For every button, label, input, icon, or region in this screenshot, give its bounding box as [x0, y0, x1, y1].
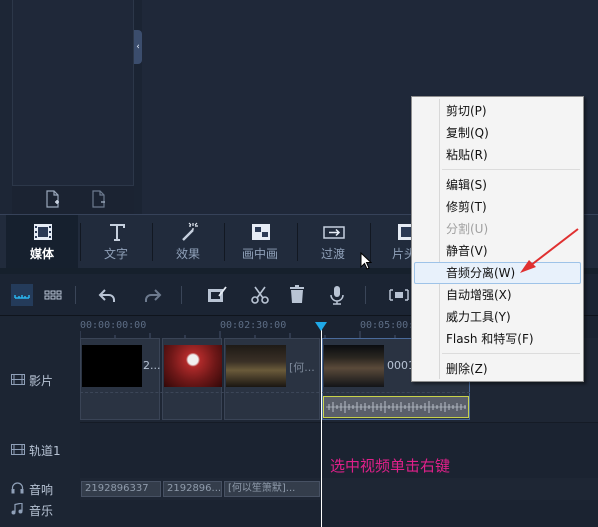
ruler-tick-label: 00:02:30:00	[220, 320, 287, 331]
menu-item-flash-zoom[interactable]: Flash 和特写(F)	[414, 328, 581, 350]
playhead-handle[interactable]	[315, 322, 327, 331]
track-label-music: 音乐	[29, 504, 54, 518]
music-note-icon	[11, 503, 23, 515]
microphone-icon[interactable]	[326, 284, 348, 306]
tab-label: 媒体	[29, 247, 54, 261]
video-clip[interactable]: [何...	[224, 338, 320, 420]
menu-separator	[442, 353, 580, 354]
menu-item-auto-enhance[interactable]: 自动增强(X)	[414, 284, 581, 306]
tab-text[interactable]: 文字	[80, 215, 152, 269]
tab-label: 画中画	[241, 247, 278, 261]
fit-timeline-icon[interactable]	[388, 284, 410, 306]
magic-wand-icon	[182, 222, 198, 241]
ruler-tick-label: 00:00:00:00	[80, 320, 147, 331]
track-label-overlay: 轨道1	[29, 444, 61, 458]
library-footer	[12, 186, 134, 214]
audio-clip[interactable]: 2192896337	[81, 481, 161, 497]
red-arrow-icon	[520, 228, 579, 273]
edit-clip-icon[interactable]	[206, 284, 228, 306]
playhead-line[interactable]	[321, 322, 322, 527]
remove-file-icon[interactable]	[90, 190, 106, 208]
clip-name: [何...	[289, 361, 315, 374]
tab-effects[interactable]: 效果	[152, 215, 224, 269]
video-clip[interactable]: 2...	[80, 338, 160, 420]
storyboard-view-icon[interactable]	[42, 284, 64, 306]
menu-item-copy[interactable]: 复制(Q)	[414, 122, 581, 144]
track-label-voice: 音响	[29, 483, 54, 497]
undo-icon[interactable]	[97, 284, 119, 306]
toolbar-divider	[365, 286, 366, 304]
text-icon	[110, 224, 125, 241]
tab-transition[interactable]: 过渡	[297, 215, 369, 269]
menu-item-paste[interactable]: 粘贴(R)	[414, 144, 581, 166]
toolbar-divider	[75, 286, 76, 304]
transition-icon	[323, 226, 345, 239]
audio-clip[interactable]: [何以笙箫默]...	[224, 481, 320, 497]
menu-item-power-tools[interactable]: 威力工具(Y)	[414, 306, 581, 328]
trash-icon[interactable]	[286, 284, 308, 306]
audio-clip[interactable]: 2192896...	[163, 481, 222, 497]
tab-overlay[interactable]: 画中画	[224, 215, 296, 269]
clip-thumbnail	[324, 345, 384, 387]
film-icon	[34, 224, 52, 240]
add-file-icon[interactable]	[44, 190, 60, 208]
redo-icon[interactable]	[141, 284, 163, 306]
timeline-view-icon[interactable]	[11, 284, 33, 306]
clip-thumbnail	[164, 345, 222, 387]
scissors-icon[interactable]	[249, 284, 271, 306]
collapse-panel-button[interactable]: ‹	[134, 30, 142, 64]
clip-thumbnail	[82, 345, 142, 387]
music-track[interactable]	[80, 500, 598, 527]
menu-separator	[442, 169, 580, 170]
picture-in-picture-icon	[252, 224, 270, 240]
video-track-icon	[11, 374, 25, 385]
track-label-video: 影片	[29, 374, 54, 388]
clip-name: 2...	[143, 359, 160, 372]
overlay-track-icon	[11, 444, 25, 455]
clip-divider-line	[80, 392, 470, 393]
tab-label: 过渡	[320, 247, 345, 261]
menu-item-delete[interactable]: 删除(Z)	[414, 358, 581, 380]
menu-item-cut[interactable]: 剪切(P)	[414, 100, 581, 122]
audio-waveform	[323, 396, 469, 418]
menu-item-edit[interactable]: 编辑(S)	[414, 174, 581, 196]
video-clip[interactable]	[162, 338, 222, 420]
annotation-text: 选中视频单击右键	[330, 457, 451, 475]
tab-label: 效果	[175, 247, 200, 261]
menu-item-trim[interactable]: 修剪(T)	[414, 196, 581, 218]
clip-thumbnail	[226, 345, 286, 387]
tab-media[interactable]: 媒体	[6, 215, 78, 269]
library-list[interactable]	[12, 0, 134, 186]
toolbar-divider	[181, 286, 182, 304]
headphones-icon	[11, 482, 24, 494]
mouse-cursor-icon	[360, 252, 372, 270]
tab-label: 文字	[103, 247, 128, 261]
